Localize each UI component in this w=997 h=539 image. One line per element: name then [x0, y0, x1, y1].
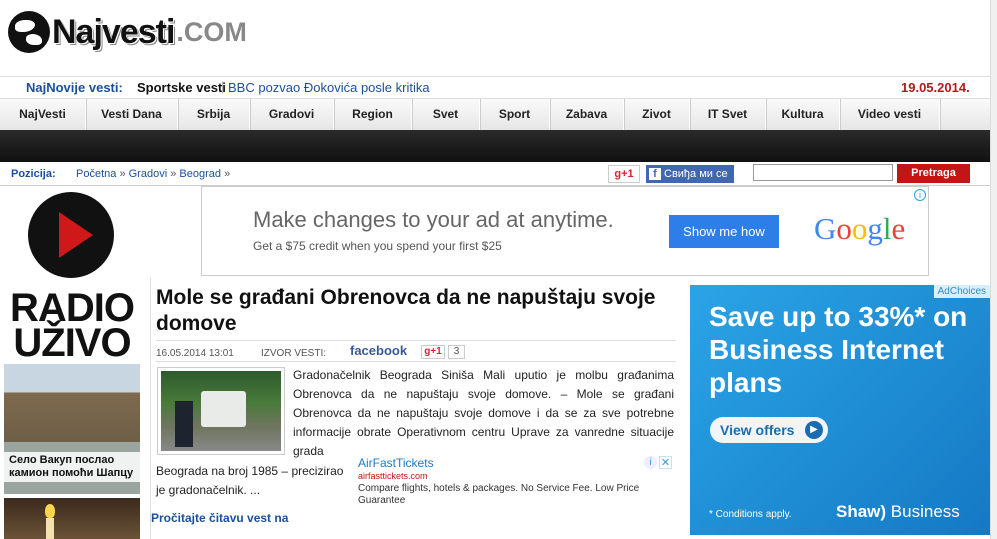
side-ad-banner[interactable]: AdChoices Save up to 33%* on Business In…	[690, 285, 990, 535]
gplus-share-button[interactable]: g+1	[421, 345, 445, 359]
inline-ad-title[interactable]: AirFastTickets	[358, 456, 434, 470]
ad-subtext: Get a $75 credit when you spend your fir…	[253, 239, 502, 253]
nav-item-zabava[interactable]: Zabava	[550, 99, 624, 131]
adchoices-label[interactable]: AdChoices	[933, 285, 990, 298]
gplus-count: 3	[448, 345, 465, 359]
info-icon[interactable]: i	[914, 189, 926, 201]
ticker-headline[interactable]: BBC pozvao Đokovića posle kritika	[228, 80, 430, 95]
side-ad-headline: Save up to 33%* on Business Internet pla…	[709, 301, 968, 398]
breadcrumb-sep: »	[119, 168, 126, 180]
main-nav: NajVesti Vesti Dana Srbija Gradovi Regio…	[0, 98, 997, 131]
radio-subtitle: UŽIVO	[13, 321, 131, 365]
breadcrumb-home[interactable]: Početna	[76, 168, 116, 180]
news-ticker: NajNovije vesti: Sportske vesti | BBC po…	[0, 76, 997, 98]
radio-live-banner[interactable]: RADIO UŽIVO	[4, 188, 140, 365]
logo-brand: Najvesti	[52, 12, 175, 51]
article-source-label: IZVOR VESTI:	[261, 348, 327, 359]
breadcrumb-beograd[interactable]: Beograd	[179, 168, 221, 180]
article-photo[interactable]	[157, 367, 285, 455]
search-input[interactable]	[753, 164, 893, 181]
play-icon	[28, 192, 114, 278]
inline-ad-url[interactable]: airfasttickets.com	[358, 471, 428, 481]
nav-item-vesti-dana[interactable]: Vesti Dana	[86, 99, 178, 131]
breadcrumb-label: Pozicija:	[11, 168, 56, 180]
nav-item-kultura[interactable]: Kultura	[766, 99, 840, 131]
nav-item-srbija[interactable]: Srbija	[178, 99, 250, 131]
read-more-link[interactable]: Pročitajte čitavu vest na	[151, 511, 288, 525]
ad-headline: Make changes to your ad at anytime.	[253, 207, 614, 232]
article-title[interactable]: Mole se građani Obrenovca da ne napuštaj…	[156, 285, 676, 337]
shaw-logo: Shaw) Business	[836, 502, 960, 521]
sidebar-news-caption: Село Вакуп послао камион помоћи Шапцу	[4, 452, 140, 482]
site-logo[interactable]: Najvesti .COM	[8, 8, 247, 56]
nav-item-it-svet[interactable]: IT Svet	[690, 99, 766, 131]
breadcrumb-sep: »	[170, 168, 177, 180]
ticker-category[interactable]: Sportske vesti	[137, 80, 226, 95]
page-scrollbar[interactable]	[990, 0, 997, 539]
facebook-like-button[interactable]: f Свиђа ми се	[646, 165, 734, 183]
close-icon[interactable]: ✕	[659, 456, 672, 469]
facebook-share-link[interactable]: facebook	[350, 343, 407, 358]
nav-item-sport[interactable]: Sport	[480, 99, 550, 131]
view-offers-button[interactable]: View offers ▶	[710, 417, 828, 443]
article-body: Gradonačelnik Beograda Siniša Mali uputi…	[293, 368, 674, 458]
article-image	[161, 371, 281, 451]
facebook-like-label: Свиђа ми се	[664, 168, 728, 180]
breadcrumb-gradovi[interactable]: Gradovi	[129, 168, 168, 180]
nav-item-zivot[interactable]: Zivot	[624, 99, 690, 131]
ad-cta-button[interactable]: Show me how	[669, 215, 779, 248]
nav-item-svet[interactable]: Svet	[412, 99, 480, 131]
nav-item-gradovi[interactable]: Gradovi	[250, 99, 334, 131]
ticker-separator: |	[221, 79, 225, 94]
sidebar-news-thumb[interactable]: Село Вакуп послао камион помоћи Шапцу	[4, 364, 140, 494]
article-meta: 16.05.2014 13:01 IZVOR VESTI: facebook g…	[156, 340, 676, 362]
breadcrumb-sep: »	[224, 168, 231, 180]
gplus-button[interactable]: g+1	[608, 165, 640, 183]
flame-shape	[45, 504, 55, 518]
google-logo: Google	[814, 211, 906, 246]
sidebar-news-thumb-2[interactable]	[4, 498, 140, 539]
inline-text-ad[interactable]: AirFastTickets airfasttickets.com Compar…	[357, 455, 675, 510]
inline-ad-description: Compare flights, hotels & packages. No S…	[358, 483, 640, 506]
article-date: 16.05.2014 13:01	[156, 348, 234, 359]
nav-item-video-vesti[interactable]: Video vesti	[840, 99, 940, 131]
candle-shape	[46, 518, 54, 539]
current-date: 19.05.2014.	[901, 80, 970, 95]
nav-item-najvesti[interactable]: NajVesti	[0, 99, 86, 131]
globe-icon	[8, 11, 50, 53]
sub-nav-bar	[0, 130, 997, 162]
facebook-icon: f	[649, 168, 661, 180]
logo-tld: .COM	[176, 16, 247, 47]
ticker-label: NajNovije vesti:	[26, 80, 123, 95]
arrow-right-icon: ▶	[805, 421, 823, 439]
info-icon[interactable]: i	[644, 456, 657, 469]
top-ad-banner[interactable]: Make changes to your ad at anytime. Get …	[201, 186, 929, 276]
nav-item-region[interactable]: Region	[334, 99, 412, 131]
article-body-continued: Beograda na broj 1985 – precizirao je gr…	[156, 464, 344, 497]
view-offers-label: View offers	[720, 422, 795, 438]
side-ad-fineprint: * Conditions apply.	[709, 509, 792, 520]
search-button[interactable]: Pretraga	[897, 164, 970, 183]
